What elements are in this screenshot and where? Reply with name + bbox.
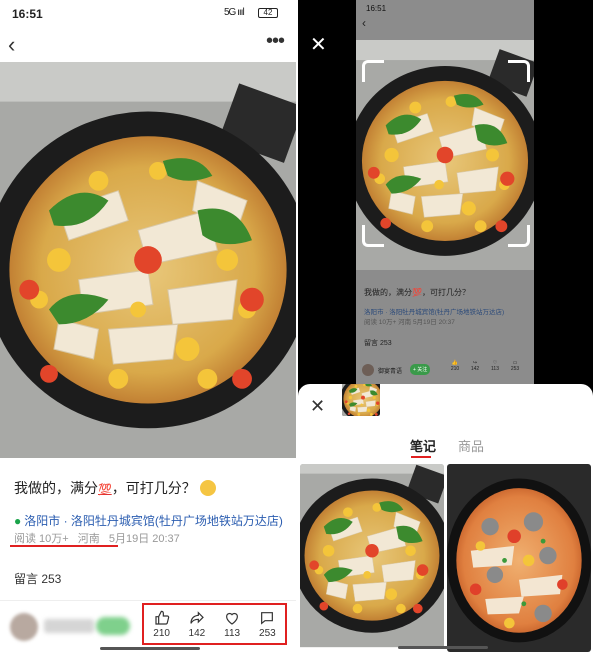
tab-products[interactable]: 商品 — [458, 436, 484, 455]
status-bar: 16:51 5G ıııl 42 — [0, 0, 296, 28]
location-text: 洛阳市 · 洛阳牡丹城宾馆(牡丹广场地铁站万达店) — [24, 514, 283, 528]
mini-caption: 我做的，满分💯，可打几分？ — [364, 288, 470, 297]
comment-icon — [261, 611, 274, 625]
comment-count: 253 — [259, 627, 276, 639]
action-buttons-highlight: 210 142 113 253 — [142, 603, 287, 645]
mini-location: 洛阳市 · 洛阳牡丹城宾馆(牡丹广场地铁站万达店) — [364, 309, 505, 316]
battery-icon: 42 — [258, 8, 278, 18]
mini-heart: ♡ 113 — [491, 360, 499, 372]
result-card[interactable] — [300, 464, 444, 652]
mini-meta: 阅读 10万+ 河南 5月19日 20:37 — [364, 319, 455, 326]
highlight-underline — [10, 545, 118, 547]
like-count: 210 — [153, 627, 170, 639]
post-meta: 阅读 10万+ 河南 5月19日 20:37 — [14, 530, 186, 546]
results-grid — [298, 464, 593, 652]
read-count: 阅读 10万+ — [14, 533, 69, 545]
active-tab-indicator — [411, 456, 431, 458]
heart-icon — [226, 612, 239, 625]
hundred-emoji: 💯 — [98, 484, 112, 496]
mini-comment: ▭ 253 — [510, 360, 520, 372]
results-tabs: 笔记 商品 — [298, 436, 593, 460]
post-caption: 我做的，满分💯，可打几分？ — [14, 478, 216, 498]
follow-button-blurred[interactable] — [96, 617, 130, 635]
comments-label[interactable]: 留言 253 — [14, 570, 61, 587]
mini-share: ↪ 142 — [470, 360, 480, 372]
share-button[interactable]: 142 — [182, 610, 212, 639]
tab-notes[interactable]: 笔记 — [410, 436, 436, 455]
chevron-left-icon[interactable]: ‹ — [8, 32, 15, 58]
location-pin-icon: ● — [14, 514, 22, 528]
location-link[interactable]: ● 洛阳市 · 洛阳牡丹城宾馆(牡丹广场地铁站万达店) — [14, 512, 283, 529]
favorite-button[interactable]: 113 — [217, 610, 247, 639]
crop-handle-bottom-left[interactable] — [362, 225, 384, 247]
like-button[interactable]: 210 — [147, 610, 177, 639]
caption-text-pre: 我做的，满分 — [14, 480, 98, 496]
mini-back-icon: ‹ — [362, 16, 366, 30]
bottom-action-bar: 210 142 113 253 — [0, 600, 296, 652]
results-sheet: ✕ 笔记 商品 — [298, 384, 593, 652]
sheet-close-icon[interactable]: ✕ — [310, 396, 325, 417]
home-indicator — [398, 646, 488, 649]
comment-button[interactable]: 253 — [252, 610, 282, 639]
caption-text-post: ，可打几分？ — [111, 480, 196, 496]
more-horizontal-icon[interactable]: ••• — [266, 30, 285, 53]
crop-handle-top-right[interactable] — [508, 60, 530, 82]
favorite-count: 113 — [224, 627, 241, 639]
image-search-view: ✕ 16:51 ‹ 我做的，满分💯，可打几分？ 洛阳市 · 洛阳牡丹城宾馆(牡丹… — [298, 0, 593, 652]
thinking-face-icon — [199, 480, 216, 496]
avatar[interactable] — [10, 613, 38, 641]
screenshot-preview: 16:51 ‹ 我做的，满分💯，可打几分？ 洛阳市 · 洛阳牡丹城宾馆(牡丹广场… — [356, 0, 534, 384]
post-date: 5月19日 20:37 — [108, 533, 180, 545]
mini-author: 御宴青语 — [378, 369, 403, 375]
mini-action-bar: 御宴青语 + 关注 👍 210 ↪ 142 ♡ 113 ▭ 253 — [356, 358, 534, 384]
crop-handle-bottom-right[interactable] — [508, 225, 530, 247]
close-icon[interactable]: ✕ — [310, 32, 327, 57]
mini-like: 👍 210 — [450, 360, 460, 372]
share-count: 142 — [188, 627, 206, 639]
mini-status-time: 16:51 — [366, 4, 387, 13]
mini-comments: 留言 253 — [364, 340, 392, 347]
mini-avatar — [362, 364, 374, 376]
dish-photo[interactable] — [0, 62, 296, 458]
mini-follow-badge: + 关注 — [410, 364, 431, 375]
status-time: 16:51 — [12, 7, 43, 21]
thumbs-up-icon — [155, 610, 169, 625]
region: 河南 — [77, 533, 100, 545]
result-card[interactable] — [447, 464, 591, 652]
home-indicator — [100, 647, 200, 650]
mini-actions: 👍 210 ↪ 142 ♡ 113 ▭ 253 — [448, 360, 522, 372]
crop-handle-top-left[interactable] — [362, 60, 384, 82]
article-view: 16:51 5G ıııl 42 ‹ ••• 我做的，满分💯，可打几分？ ● 洛阳… — [0, 0, 296, 652]
signal-icon: 5G ıııl — [224, 7, 245, 18]
top-bar: ‹ ••• — [0, 28, 296, 62]
author-name-blurred — [44, 619, 94, 633]
query-thumbnail[interactable] — [340, 384, 382, 418]
share-icon — [190, 610, 204, 624]
